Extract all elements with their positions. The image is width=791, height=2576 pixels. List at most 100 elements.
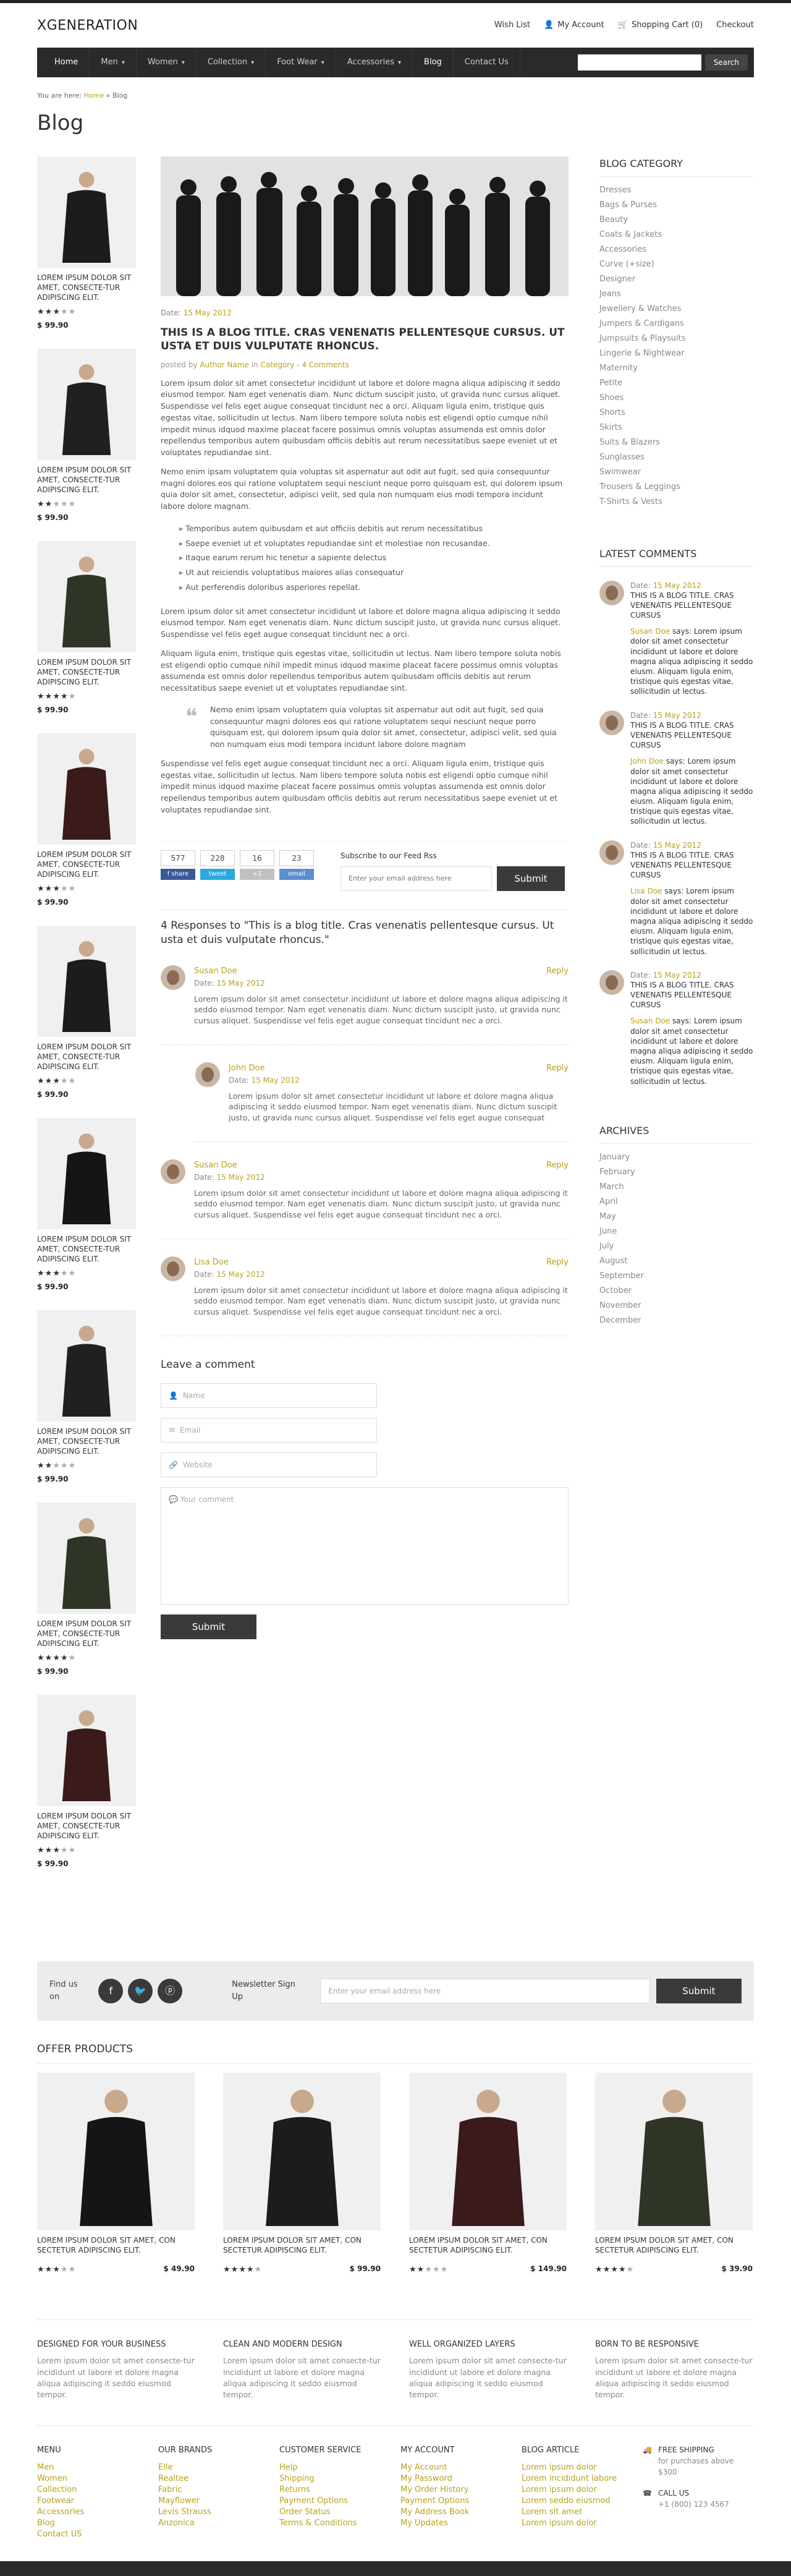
offer-product-image[interactable] (409, 2073, 567, 2230)
latest-comment-author[interactable]: Susan Doe (630, 627, 670, 636)
twitter-icon[interactable]: 🐦 (128, 1978, 153, 2003)
category-link[interactable]: Skirts (599, 420, 754, 435)
product-name[interactable]: LOREM IPSUM DOLOR SIT AMET, CONSECTE-TUR… (37, 273, 136, 303)
footer-link[interactable]: Levis Strauss (158, 2507, 279, 2518)
share-box[interactable]: 228 tweet (200, 850, 235, 880)
footer-link[interactable]: My Address Book (400, 2507, 522, 2518)
footer-link[interactable]: Women (37, 2473, 158, 2484)
archive-link[interactable]: April (599, 1195, 754, 1209)
latest-comment-author[interactable]: Lisa Doe (630, 887, 662, 895)
category-link[interactable]: Swimwear (599, 465, 754, 480)
category-link[interactable]: Jeans (599, 287, 754, 302)
footer-link[interactable]: Men (37, 2462, 158, 2473)
breadcrumb-home-link[interactable]: Home (84, 92, 104, 100)
footer-link[interactable]: Lorem ipsum dolor (522, 2518, 643, 2529)
offer-product-name[interactable]: LOREM IPSUM DOLOR SIT AMET, CON SECTETUR… (409, 2235, 567, 2255)
reply-link[interactable]: Reply (546, 965, 569, 989)
footer-link[interactable]: Lorem ipsum dolor (522, 2484, 643, 2496)
product-card[interactable]: LOREM IPSUM DOLOR SIT AMET, CONSECTE-TUR… (37, 156, 136, 349)
product-image[interactable] (37, 733, 136, 845)
footer-link[interactable]: Contact US (37, 2529, 158, 2540)
footer-link[interactable]: Collection (37, 2484, 158, 2496)
comment-submit-button[interactable]: Submit (161, 1614, 256, 1639)
nav-item-men[interactable]: Men ▾ (90, 48, 137, 77)
share-button[interactable]: tweet (200, 868, 235, 880)
latest-comment-title[interactable]: THIS IS A BLOG TITLE. CRAS VENENATIS PEL… (630, 720, 754, 751)
comment-date-link[interactable]: 15 May 2012 (252, 1076, 300, 1085)
footer-link[interactable]: Elle (158, 2462, 279, 2473)
footer-link[interactable]: Payment Options (400, 2496, 522, 2507)
comment-author[interactable]: Lisa Doe (194, 1256, 265, 1269)
account-link[interactable]: 👤 My Account (544, 19, 604, 32)
product-name[interactable]: LOREM IPSUM DOLOR SIT AMET, CONSECTE-TUR… (37, 465, 136, 495)
comment-author[interactable]: Susan Doe (194, 965, 265, 978)
share-box[interactable]: 577 f share (161, 850, 195, 880)
category-link[interactable]: Petite (599, 376, 754, 391)
category-link[interactable]: Jumpers & Cardigans (599, 317, 754, 331)
share-button[interactable]: email (279, 868, 314, 880)
archive-link[interactable]: November (599, 1299, 754, 1313)
nav-item-women[interactable]: Women ▾ (137, 48, 197, 77)
subscribe-submit-button[interactable]: Submit (497, 866, 565, 891)
category-link[interactable]: T-Shirts & Vests (599, 495, 754, 510)
nav-item-foot-wear[interactable]: Foot Wear ▾ (266, 48, 336, 77)
archive-link[interactable]: September (599, 1269, 754, 1284)
category-link[interactable]: Curve (+size) (599, 257, 754, 272)
footer-link[interactable]: Anzonica (158, 2518, 279, 2529)
product-image[interactable] (37, 925, 136, 1037)
latest-date-link[interactable]: 15 May 2012 (653, 841, 701, 850)
footer-link[interactable]: My Order History (400, 2484, 522, 2496)
footer-link[interactable]: Lorem ipsum dolor (522, 2462, 643, 2473)
newsletter-email-input[interactable]: Enter your email address here (320, 1978, 650, 2003)
category-link[interactable]: Beauty (599, 213, 754, 228)
post-date-link[interactable]: 15 May 2012 (184, 309, 232, 317)
comment-date-link[interactable]: 15 May 2012 (217, 1270, 265, 1279)
archive-link[interactable]: August (599, 1254, 754, 1269)
product-name[interactable]: LOREM IPSUM DOLOR SIT AMET, CONSECTE-TUR… (37, 657, 136, 688)
share-button[interactable]: +1 (240, 868, 274, 880)
archive-link[interactable]: February (599, 1165, 754, 1180)
footer-link[interactable]: Lorem incididunt labore (522, 2473, 643, 2484)
archive-link[interactable]: March (599, 1180, 754, 1195)
share-box[interactable]: 16 +1 (240, 850, 274, 880)
newsletter-submit-button[interactable]: Submit (656, 1978, 742, 2003)
product-image[interactable] (37, 1117, 136, 1229)
latest-comment-title[interactable]: THIS IS A BLOG TITLE. CRAS VENENATIS PEL… (630, 980, 754, 1010)
category-link[interactable]: Dresses (599, 183, 754, 198)
category-link[interactable]: Jumpsuits & Playsuits (599, 331, 754, 346)
subscribe-email-input[interactable] (341, 866, 492, 891)
footer-link[interactable]: Lorem seddo eiusmod (522, 2496, 643, 2507)
footer-link[interactable]: My Account (400, 2462, 522, 2473)
product-card[interactable]: LOREM IPSUM DOLOR SIT AMET, CONSECTE-TUR… (37, 1502, 136, 1695)
archive-link[interactable]: December (599, 1313, 754, 1328)
nav-item-home[interactable]: Home (43, 48, 90, 77)
logo[interactable]: XGENERATION (37, 15, 138, 36)
category-link[interactable]: Suits & Blazers (599, 435, 754, 450)
product-name[interactable]: LOREM IPSUM DOLOR SIT AMET, CONSECTE-TUR… (37, 1619, 136, 1649)
comment-author[interactable]: Susan Doe (194, 1159, 265, 1172)
offer-product-card[interactable]: LOREM IPSUM DOLOR SIT AMET, CON SECTETUR… (409, 2073, 567, 2276)
latest-date-link[interactable]: 15 May 2012 (653, 711, 701, 720)
offer-product-card[interactable]: LOREM IPSUM DOLOR SIT AMET, CON SECTETUR… (37, 2073, 195, 2276)
category-link[interactable]: Trousers & Leggings (599, 480, 754, 495)
checkout-link[interactable]: Checkout (716, 19, 754, 32)
archive-link[interactable]: October (599, 1284, 754, 1299)
category-link[interactable]: Shorts (599, 406, 754, 420)
latest-comment-title[interactable]: THIS IS A BLOG TITLE. CRAS VENENATIS PEL… (630, 850, 754, 881)
archive-link[interactable]: May (599, 1209, 754, 1224)
pinterest-icon[interactable]: ⓟ (158, 1978, 183, 2003)
nav-item-blog[interactable]: Blog (413, 48, 454, 77)
website-field[interactable]: 🔗 Website (161, 1452, 377, 1477)
archive-link[interactable]: June (599, 1224, 754, 1239)
nav-item-contact-us[interactable]: Contact Us (454, 48, 520, 77)
footer-link[interactable]: Accessories (37, 2507, 158, 2518)
footer-link[interactable]: Mayflower (158, 2496, 279, 2507)
footer-link[interactable]: Realtee (158, 2473, 279, 2484)
facebook-icon[interactable]: f (98, 1978, 124, 2003)
category-link[interactable]: Lingerie & Nightwear (599, 346, 754, 361)
footer-link[interactable]: Help (279, 2462, 400, 2473)
latest-comment-author[interactable]: Susan Doe (630, 1017, 670, 1025)
latest-comment-author[interactable]: John Doe (630, 757, 664, 766)
nav-item-collection[interactable]: Collection ▾ (197, 48, 266, 77)
product-name[interactable]: LOREM IPSUM DOLOR SIT AMET, CONSECTE-TUR… (37, 1234, 136, 1265)
